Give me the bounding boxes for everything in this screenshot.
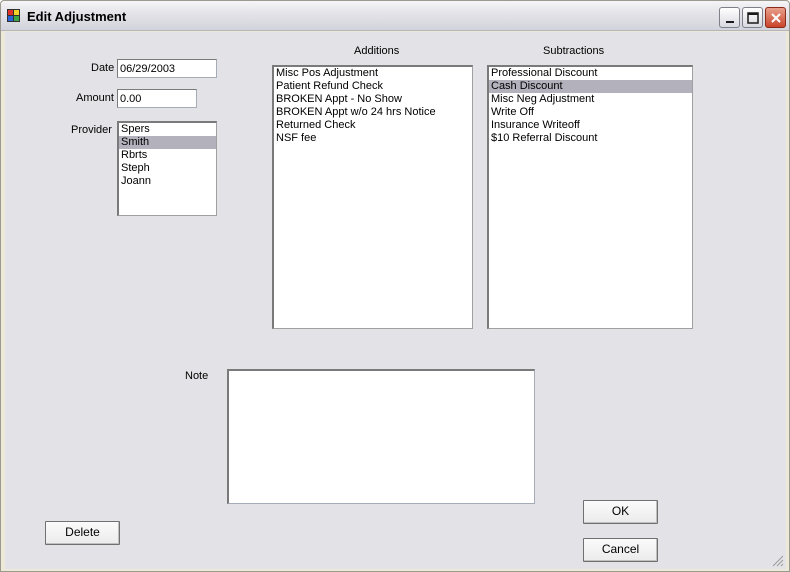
list-item[interactable]: Steph: [119, 162, 216, 175]
additions-listbox[interactable]: Misc Pos Adjustment Patient Refund Check B…: [272, 65, 473, 329]
maximize-icon: [747, 12, 759, 24]
cancel-button[interactable]: Cancel: [583, 538, 658, 562]
note-textarea[interactable]: [227, 369, 535, 504]
list-item[interactable]: NSF fee: [274, 132, 472, 145]
list-item[interactable]: Returned Check: [274, 119, 472, 132]
additions-header: Additions: [354, 45, 400, 57]
list-item[interactable]: Cash Discount: [489, 80, 692, 93]
amount-input[interactable]: [117, 89, 197, 108]
ok-button[interactable]: OK: [583, 500, 658, 524]
date-input[interactable]: [117, 59, 217, 78]
note-label: Note: [185, 370, 209, 382]
list-item[interactable]: BROKEN Appt w/o 24 hrs Notice: [274, 106, 472, 119]
list-item[interactable]: Insurance Writeoff: [489, 119, 692, 132]
list-item[interactable]: Misc Neg Adjustment: [489, 93, 692, 106]
list-item[interactable]: Misc Pos Adjustment: [274, 67, 472, 80]
date-label: Date: [91, 62, 115, 74]
list-item[interactable]: Rbrts: [119, 149, 216, 162]
amount-label: Amount: [76, 92, 114, 104]
list-item[interactable]: Spers: [119, 123, 216, 136]
app-icon: [7, 9, 21, 23]
list-item[interactable]: Joann: [119, 175, 216, 188]
list-item[interactable]: Patient Refund Check: [274, 80, 472, 93]
dialog-body: Date Amount Provider SpersSmithRbrtsStep…: [5, 32, 786, 569]
list-item[interactable]: Smith: [119, 136, 216, 149]
list-item[interactable]: $10 Referral Discount: [489, 132, 692, 145]
close-icon: [771, 13, 781, 23]
provider-listbox[interactable]: Spers Smith Rbrts Steph Joann: [117, 121, 217, 216]
list-item[interactable]: BROKEN Appt - No Show: [274, 93, 472, 106]
subtractions-header: Subtractions: [543, 45, 605, 57]
resize-grip-icon[interactable]: [772, 555, 784, 567]
maximize-button[interactable]: [742, 7, 763, 28]
minimize-button[interactable]: [719, 7, 740, 28]
edit-adjustment-window: Edit Adjustment Date Amount Provider: [0, 0, 790, 572]
window-title: Edit Adjustment: [27, 9, 127, 24]
list-item[interactable]: Write Off: [489, 106, 692, 119]
close-button[interactable]: [765, 7, 786, 28]
subtractions-listbox[interactable]: Professional Discount Cash Discount Misc N…: [487, 65, 693, 329]
list-item[interactable]: Professional Discount: [489, 67, 692, 80]
title-bar[interactable]: Edit Adjustment: [1, 1, 789, 31]
minimize-icon: [726, 21, 734, 23]
provider-label: Provider: [71, 124, 112, 136]
delete-button[interactable]: Delete: [45, 521, 120, 545]
